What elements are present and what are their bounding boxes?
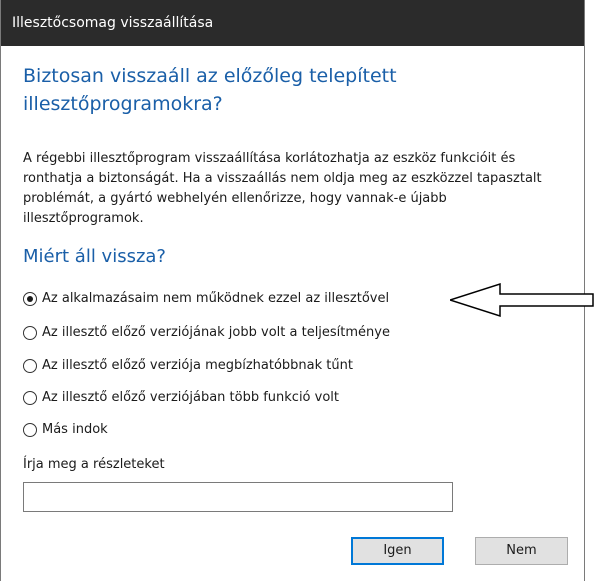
reason-option-apps-not-working[interactable]: Az alkalmazásaim nem működnek ezzel az i… <box>23 291 389 306</box>
details-label: Írja meg a részleteket <box>23 457 165 472</box>
reason-label: Az illesztő előző verziójában több funkc… <box>42 390 340 405</box>
window-title: Illesztőcsomag visszaállítása <box>1 0 584 46</box>
radio-button[interactable] <box>23 390 37 405</box>
radio-button-selected[interactable] <box>23 291 37 306</box>
yes-button[interactable]: Igen <box>351 537 444 565</box>
reason-option-performance[interactable]: Az illesztő előző verziójának jobb volt … <box>23 325 390 340</box>
radio-button[interactable] <box>23 325 37 340</box>
no-button[interactable]: Nem <box>475 537 568 565</box>
reason-heading: Miért áll vissza? <box>23 246 166 267</box>
radio-button[interactable] <box>23 422 37 437</box>
warning-description: A régebbi illesztőprogram visszaállítása… <box>23 151 542 226</box>
reason-label: Más indok <box>42 422 108 437</box>
reason-option-other[interactable]: Más indok <box>23 422 108 437</box>
confirmation-question: Biztosan visszaáll az előzőleg telepítet… <box>23 65 397 115</box>
reason-option-functionality[interactable]: Az illesztő előző verziójában több funkc… <box>23 390 339 405</box>
reason-label: Az illesztő előző verziójának jobb volt … <box>42 325 390 340</box>
reason-label: Az alkalmazásaim nem működnek ezzel az i… <box>42 291 390 306</box>
left-arrow-icon <box>450 282 594 318</box>
reason-label: Az illesztő előző verziója megbízhatóbbn… <box>42 358 353 373</box>
details-input[interactable] <box>23 482 453 512</box>
reason-option-reliability[interactable]: Az illesztő előző verziója megbízhatóbbn… <box>23 358 353 373</box>
radio-button[interactable] <box>23 358 37 373</box>
